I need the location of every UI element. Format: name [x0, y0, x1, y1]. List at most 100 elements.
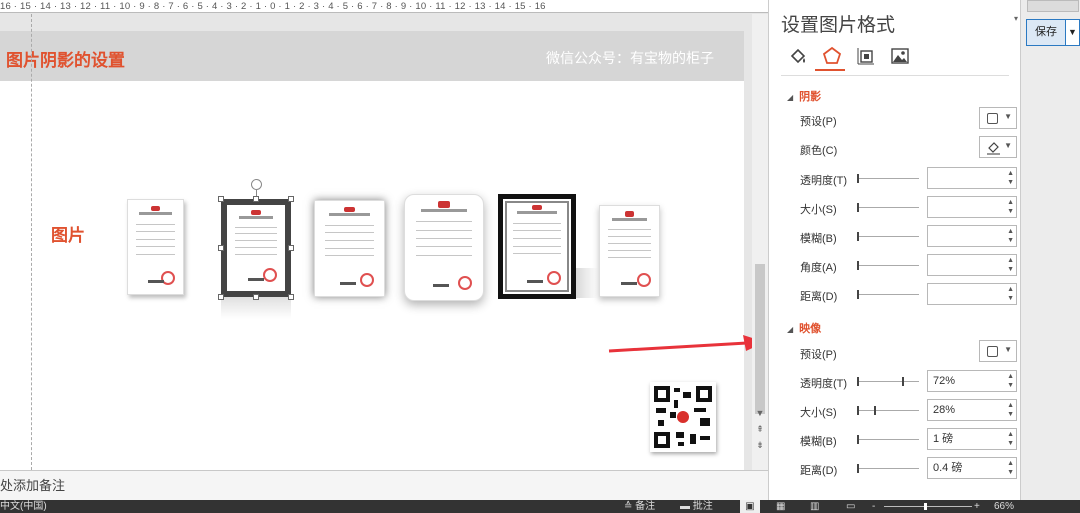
scroll-down-icon[interactable]: ▼	[752, 406, 768, 420]
reflection-size-input[interactable]: 28% ▲ ▼	[927, 399, 1017, 421]
pane-title: 设置图片格式	[781, 14, 896, 36]
cert-signature	[339, 281, 356, 285]
reflection-size-slider[interactable]	[857, 406, 919, 415]
pentagon-icon[interactable]	[819, 43, 845, 69]
shadow-transparency-input[interactable]: ▲ ▼	[927, 167, 1017, 189]
cert-logo	[151, 205, 160, 212]
pane-divider	[781, 75, 1009, 76]
shadow-blur-label: 模糊(B)	[800, 233, 837, 245]
format-picture-pane: 设置图片格式 ▾ ◢ 阴影 预设(P) ▼ 颜色(C) ▼ 透明度(T) ▲ ▼ 大…	[768, 0, 1020, 500]
shadow-blur-slider[interactable]	[857, 232, 919, 241]
certificate-image[interactable]	[314, 200, 385, 297]
certificate-image[interactable]	[404, 194, 484, 301]
zoom-level[interactable]: 66%	[994, 500, 1014, 513]
cert-logo	[624, 211, 635, 217]
reflection-blur-input[interactable]: 1 磅 ▲ ▼	[927, 428, 1017, 450]
resize-handle[interactable]	[288, 196, 294, 202]
resize-handle[interactable]	[218, 245, 224, 251]
slide-sorter-icon[interactable]: ▦	[776, 500, 785, 513]
reflection-transparency-input[interactable]: 72% ▲ ▼	[927, 370, 1017, 392]
resize-handle[interactable]	[218, 294, 224, 300]
notes-toggle[interactable]: ≙ 备注	[624, 500, 655, 513]
reflection-transparency-slider[interactable]	[857, 377, 919, 386]
slider-thumb[interactable]	[874, 406, 877, 415]
shadow-section-header[interactable]: ◢ 阴影	[787, 88, 821, 104]
reflection-effect	[221, 297, 291, 319]
cert-signature	[247, 277, 264, 281]
preset-box-icon	[987, 113, 998, 124]
shadow-angle-input[interactable]: ▲ ▼	[927, 254, 1017, 276]
picture-icon[interactable]	[887, 43, 913, 69]
resize-handle[interactable]	[253, 294, 259, 300]
resize-handle[interactable]	[288, 245, 294, 251]
chevron-down-icon[interactable]: ▼	[1065, 20, 1079, 45]
cert-logo	[437, 201, 451, 208]
reflection-section-header[interactable]: ◢ 映像	[787, 320, 821, 336]
next-slide-icon[interactable]: ⇟	[752, 438, 768, 452]
shadow-color-dropdown[interactable]: ▼	[979, 136, 1017, 158]
slide-title[interactable]: 图片阴影的设置	[6, 46, 125, 71]
shadow-distance-input[interactable]: ▲ ▼	[927, 283, 1017, 305]
cert-seal	[547, 270, 562, 285]
shadow-angle-slider[interactable]	[857, 261, 919, 270]
reflection-distance-slider[interactable]	[857, 464, 919, 473]
certificate-image-selected[interactable]	[221, 199, 291, 297]
shadow-transparency-slider[interactable]	[857, 174, 919, 183]
shadow-preset-label: 预设(P)	[800, 116, 837, 128]
paint-bucket-icon	[987, 142, 1000, 155]
shadow-distance-slider[interactable]	[857, 290, 919, 299]
shadow-blur-input[interactable]: ▲ ▼	[927, 225, 1017, 247]
qr-center-logo	[677, 411, 689, 423]
preset-box-icon	[987, 346, 998, 357]
shadow-preset-dropdown[interactable]: ▼	[979, 107, 1017, 129]
certificate-image[interactable]	[599, 205, 660, 297]
slide-subtitle[interactable]: 微信公众号：有宝物的柜子	[546, 48, 714, 68]
shadow-angle-label: 角度(A)	[800, 262, 837, 274]
normal-view-icon[interactable]: ▣	[740, 500, 760, 513]
qr-code-image[interactable]	[650, 382, 716, 452]
chevron-down-icon: ▼	[1004, 345, 1012, 354]
prev-slide-icon[interactable]: ⇞	[752, 422, 768, 436]
paint-bucket-icon[interactable]	[785, 43, 811, 69]
reflection-preset-dropdown[interactable]: ▼	[979, 340, 1017, 362]
shadow-color-label: 颜色(C)	[800, 145, 838, 157]
top-button-fragment[interactable]	[1027, 0, 1079, 12]
certificate-image[interactable]	[127, 199, 184, 295]
notes-pane[interactable]: 处添加备注	[0, 470, 768, 500]
chevron-down-icon: ▼	[1004, 112, 1012, 121]
shadow-size-slider[interactable]	[857, 203, 919, 212]
picture-label[interactable]: 图片	[51, 221, 85, 246]
zoom-in-button[interactable]: +	[974, 500, 980, 513]
zoom-slider-thumb[interactable]	[924, 503, 927, 510]
shadow-size-input[interactable]: ▲ ▼	[927, 196, 1017, 218]
zoom-slider[interactable]	[884, 506, 972, 507]
cert-header	[328, 213, 371, 217]
cert-header	[238, 216, 274, 220]
reflection-preset-label: 预设(P)	[800, 349, 837, 361]
notes-placeholder[interactable]: 处添加备注	[0, 478, 65, 493]
vertical-scrollbar[interactable]: ▼ ⇞ ⇟	[752, 14, 768, 470]
language-indicator[interactable]: 中文(中国)	[0, 500, 47, 513]
scrollbar-thumb[interactable]	[755, 264, 765, 414]
slideshow-icon[interactable]: ▭	[846, 500, 855, 513]
collapse-triangle-icon[interactable]: ◢	[787, 93, 793, 102]
resize-handle[interactable]	[218, 196, 224, 202]
resize-handle[interactable]	[253, 196, 259, 202]
resize-handle[interactable]	[288, 294, 294, 300]
right-panel-strip: 保存 ▼	[1020, 0, 1080, 500]
slider-thumb[interactable]	[901, 377, 904, 386]
slide-canvas[interactable]: 图片阴影的设置 微信公众号：有宝物的柜子 图片	[0, 14, 768, 470]
save-split-button[interactable]: 保存 ▼	[1026, 19, 1080, 46]
reading-view-icon[interactable]: ▥	[810, 500, 819, 513]
reflection-blur-slider[interactable]	[857, 435, 919, 444]
certificate-image[interactable]	[498, 194, 576, 299]
collapse-triangle-icon[interactable]: ◢	[787, 325, 793, 334]
pane-menu-icon[interactable]: ▾	[1014, 14, 1018, 23]
active-tab-indicator	[815, 69, 845, 71]
zoom-out-button[interactable]: -	[872, 500, 875, 513]
save-button-label[interactable]: 保存	[1027, 20, 1065, 45]
reflection-distance-input[interactable]: 0.4 磅 ▲ ▼	[927, 457, 1017, 479]
size-icon[interactable]	[853, 43, 879, 69]
comments-toggle[interactable]: ▬ 批注	[680, 500, 713, 513]
rotate-handle[interactable]	[251, 179, 262, 190]
